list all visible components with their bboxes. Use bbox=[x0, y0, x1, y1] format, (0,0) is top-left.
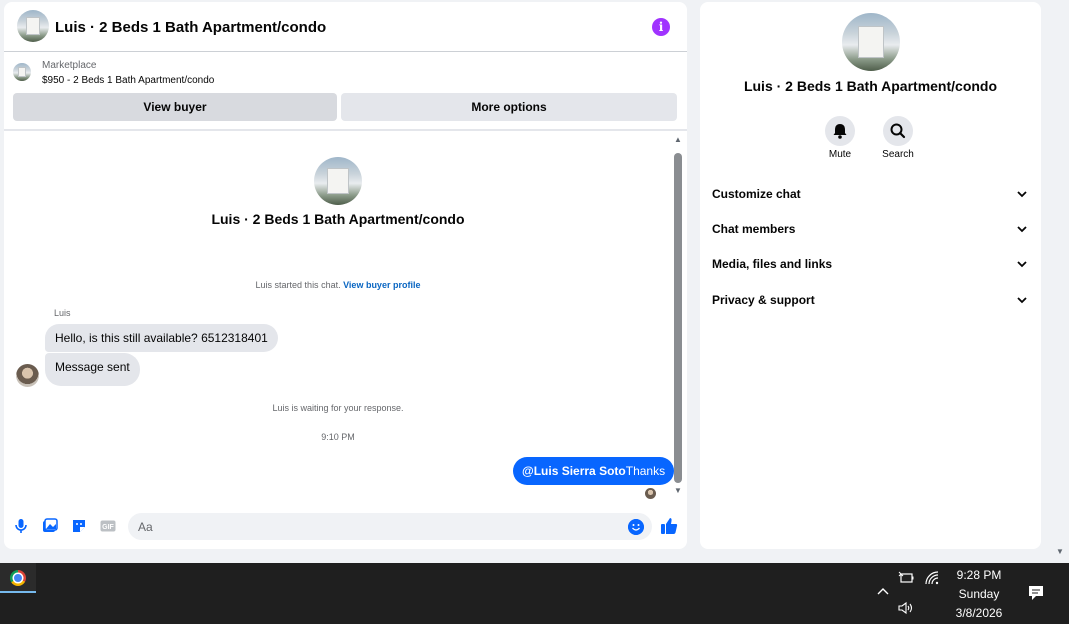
sender-name: Luis bbox=[54, 308, 71, 318]
svg-text:GIF: GIF bbox=[102, 524, 114, 531]
listing-row[interactable]: Marketplace $950 - 2 Beds 1 Bath Apartme… bbox=[4, 53, 687, 91]
taskbar: 9:28 PM Sunday 3/8/2026 bbox=[0, 563, 1069, 624]
info-avatar[interactable] bbox=[842, 13, 900, 71]
scroll-down-arrow[interactable]: ▼ bbox=[673, 486, 683, 496]
scroll-up-arrow[interactable]: ▲ bbox=[673, 135, 683, 145]
chat-panel: Luis · 2 Beds 1 Bath Apartment/condo i M… bbox=[4, 2, 687, 549]
search-icon bbox=[890, 123, 906, 139]
chat-avatar[interactable] bbox=[17, 10, 49, 42]
chat-header: Luis · 2 Beds 1 Bath Apartment/condo i bbox=[4, 2, 687, 52]
listing-thumbnail bbox=[13, 63, 31, 81]
search-button[interactable] bbox=[883, 116, 913, 146]
thumbs-up-icon[interactable] bbox=[659, 516, 679, 536]
message-bubble-incoming[interactable]: Message sent bbox=[45, 353, 140, 386]
menu-customize-chat[interactable]: Customize chat bbox=[712, 179, 1030, 209]
sticker-icon[interactable] bbox=[70, 517, 88, 535]
search-label: Search bbox=[882, 149, 914, 160]
message-timestamp: 9:10 PM bbox=[321, 432, 355, 442]
mute-label: Mute bbox=[828, 149, 852, 160]
photo-icon[interactable] bbox=[41, 517, 59, 535]
info-title: Luis · 2 Beds 1 Bath Apartment/condo bbox=[743, 78, 998, 94]
chrome-taskbar-button[interactable] bbox=[0, 563, 36, 593]
menu-privacy-support[interactable]: Privacy & support bbox=[712, 285, 1030, 315]
message-bubble-outgoing[interactable]: @Luis Sierra SotoThanks bbox=[513, 457, 675, 485]
more-options-button[interactable]: More options bbox=[341, 93, 677, 121]
menu-label: Customize chat bbox=[712, 187, 801, 201]
menu-chat-members[interactable]: Chat members bbox=[712, 214, 1030, 244]
conversation-title: Luis · 2 Beds 1 Bath Apartment/condo bbox=[211, 211, 465, 227]
menu-label: Chat members bbox=[712, 222, 796, 236]
menu-label: Privacy & support bbox=[712, 293, 815, 307]
gif-icon[interactable]: GIF bbox=[99, 517, 117, 535]
chevron-down-icon bbox=[1017, 191, 1027, 198]
chevron-down-icon bbox=[1017, 261, 1027, 268]
message-composer[interactable] bbox=[128, 513, 652, 540]
chat-started-text: Luis started this chat. bbox=[255, 280, 341, 290]
message-input[interactable] bbox=[138, 517, 608, 536]
tray-day[interactable]: Sunday bbox=[939, 587, 1019, 601]
tray-date[interactable]: 3/8/2026 bbox=[939, 606, 1019, 620]
listing-title[interactable]: $950 - 2 Beds 1 Bath Apartment/condo bbox=[42, 75, 214, 86]
seen-indicator-avatar bbox=[645, 488, 656, 499]
battery-icon[interactable] bbox=[898, 571, 914, 585]
notification-icon[interactable] bbox=[1027, 584, 1045, 602]
scrollbar-thumb[interactable] bbox=[674, 153, 682, 483]
page-scroll-down-arrow[interactable]: ▼ bbox=[1056, 547, 1064, 556]
mute-button[interactable] bbox=[825, 116, 855, 146]
conversation-avatar[interactable] bbox=[314, 157, 362, 205]
view-buyer-profile-link[interactable]: View buyer profile bbox=[343, 280, 420, 290]
emoji-icon[interactable] bbox=[628, 519, 644, 535]
message-bubble-incoming[interactable]: Hello, is this still available? 65123184… bbox=[45, 324, 278, 352]
microphone-icon[interactable] bbox=[12, 517, 30, 535]
chat-title[interactable]: Luis · 2 Beds 1 Bath Apartment/condo bbox=[55, 19, 326, 36]
chrome-icon bbox=[10, 570, 26, 586]
menu-label: Media, files and links bbox=[712, 257, 833, 271]
bell-icon bbox=[833, 124, 847, 139]
mention-tag[interactable]: @Luis Sierra Soto bbox=[522, 464, 626, 478]
menu-media-files-links[interactable]: Media, files and links bbox=[712, 249, 1030, 279]
chevron-down-icon bbox=[1017, 226, 1027, 233]
outgoing-message-text: Thanks bbox=[625, 464, 666, 478]
tray-time[interactable]: 9:28 PM bbox=[939, 568, 1019, 582]
chevron-up-icon[interactable] bbox=[876, 585, 890, 599]
wifi-icon[interactable] bbox=[925, 571, 939, 585]
chat-info-panel: Luis · 2 Beds 1 Bath Apartment/condo Mut… bbox=[700, 2, 1041, 549]
sender-avatar[interactable] bbox=[16, 364, 39, 387]
info-icon[interactable]: i bbox=[652, 18, 670, 36]
listing-kicker: Marketplace bbox=[42, 60, 97, 71]
view-buyer-button[interactable]: View buyer bbox=[13, 93, 337, 121]
waiting-status: Luis is waiting for your response. bbox=[272, 403, 404, 413]
chevron-down-icon bbox=[1017, 297, 1027, 304]
header-divider bbox=[4, 129, 687, 131]
chat-started-line: Luis started this chat. View buyer profi… bbox=[4, 280, 672, 290]
volume-icon[interactable] bbox=[898, 601, 914, 615]
